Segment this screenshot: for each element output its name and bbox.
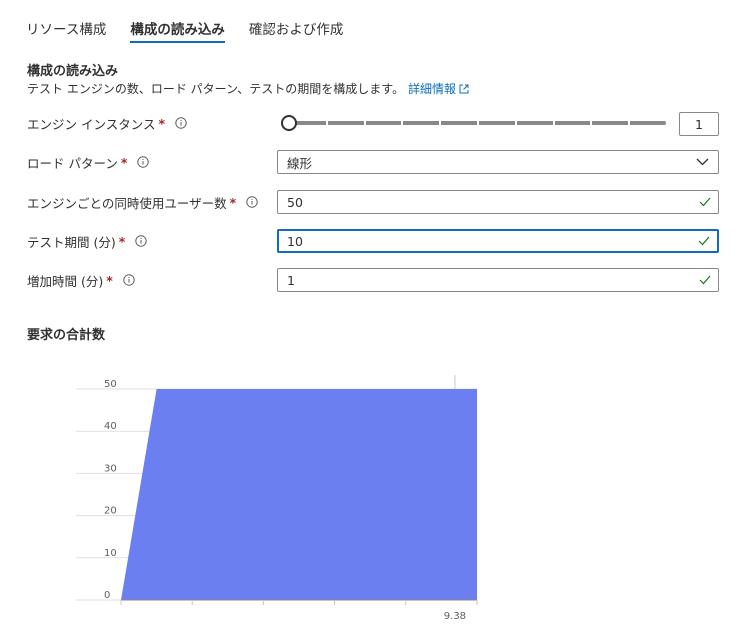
load-pattern-value: 線形	[287, 155, 313, 171]
check-icon	[698, 236, 710, 246]
engine-instances-slider-thumb[interactable]	[281, 115, 297, 131]
required-marker: *	[229, 194, 237, 210]
engine-instances-label: エンジン インスタンス	[27, 116, 156, 132]
concurrent-users-value: 50	[287, 194, 303, 210]
tab-review-create[interactable]: 確認および作成	[249, 14, 344, 44]
required-marker: *	[106, 272, 113, 288]
external-link-icon	[459, 84, 469, 94]
slider-tick	[552, 121, 555, 125]
slider-tick	[439, 121, 442, 125]
chart-title: 要求の合計数	[27, 328, 106, 343]
concurrent-users-row: エンジンごとの同時使用ユーザー数 *	[27, 190, 258, 214]
y-tick-label: 10	[104, 548, 117, 559]
y-tick-label: 40	[104, 421, 117, 432]
info-icon[interactable]	[246, 196, 258, 208]
info-icon[interactable]	[137, 156, 150, 168]
test-duration-input[interactable]: 10	[277, 229, 719, 253]
required-marker: *	[120, 154, 128, 170]
learn-more-link[interactable]: 詳細情報	[408, 82, 469, 96]
slider-tick	[363, 121, 366, 125]
check-icon	[699, 275, 711, 285]
section-description: テスト エンジンの数、ロード パターン、テストの期間を構成します。 詳細情報	[27, 80, 469, 97]
load-pattern-label: ロード パターン	[27, 155, 118, 171]
check-icon	[699, 197, 711, 207]
slider-tick	[477, 121, 479, 125]
slider-tick	[514, 121, 517, 125]
slider-tick	[628, 121, 631, 125]
required-marker: *	[118, 233, 126, 249]
info-icon[interactable]	[175, 117, 187, 129]
y-tick-label: 50	[104, 379, 117, 390]
test-duration-value: 10	[287, 233, 303, 249]
y-tick-label: 0	[104, 590, 110, 601]
y-tick-label: 30	[104, 463, 117, 474]
slider-tick	[590, 121, 593, 125]
engine-instances-input[interactable]: 1	[679, 112, 719, 136]
tab-load-config[interactable]: 構成の読み込み	[130, 14, 225, 44]
engine-instances-row: エンジン インスタンス *	[27, 111, 187, 135]
y-tick-label: 20	[104, 506, 117, 517]
concurrent-users-label: エンジンごとの同時使用ユーザー数	[27, 195, 227, 211]
required-marker: *	[158, 115, 166, 131]
ramp-up-label: 増加時間 (分)	[27, 273, 104, 289]
total-requests-chart: 0 10 20 30 40 50 9.38	[76, 375, 478, 622]
series-area	[121, 389, 477, 600]
x-tick-label: 9.38	[444, 611, 466, 622]
info-icon[interactable]	[135, 235, 147, 247]
test-duration-row: テスト期間 (分) *	[27, 229, 147, 253]
ramp-up-value: 1	[287, 272, 295, 288]
info-icon[interactable]	[123, 274, 135, 286]
test-duration-label: テスト期間 (分)	[27, 234, 116, 250]
tab-resource-config[interactable]: リソース構成	[26, 14, 106, 44]
slider-tick	[401, 121, 404, 125]
slider-tick	[325, 121, 328, 125]
description-text: テスト エンジンの数、ロード パターン、テストの期間を構成します。	[27, 82, 405, 96]
ramp-up-input[interactable]: 1	[277, 268, 719, 292]
ramp-up-row: 増加時間 (分) *	[27, 268, 135, 292]
section-title: 構成の読み込み	[27, 64, 119, 79]
load-pattern-dropdown[interactable]: 線形	[277, 150, 719, 174]
learn-more-label: 詳細情報	[407, 82, 456, 96]
load-pattern-row: ロード パターン *	[27, 150, 150, 174]
concurrent-users-input[interactable]: 50	[277, 190, 719, 214]
tab-bar: リソース構成 構成の読み込み 確認および作成	[26, 14, 367, 44]
chevron-down-icon	[696, 158, 709, 166]
